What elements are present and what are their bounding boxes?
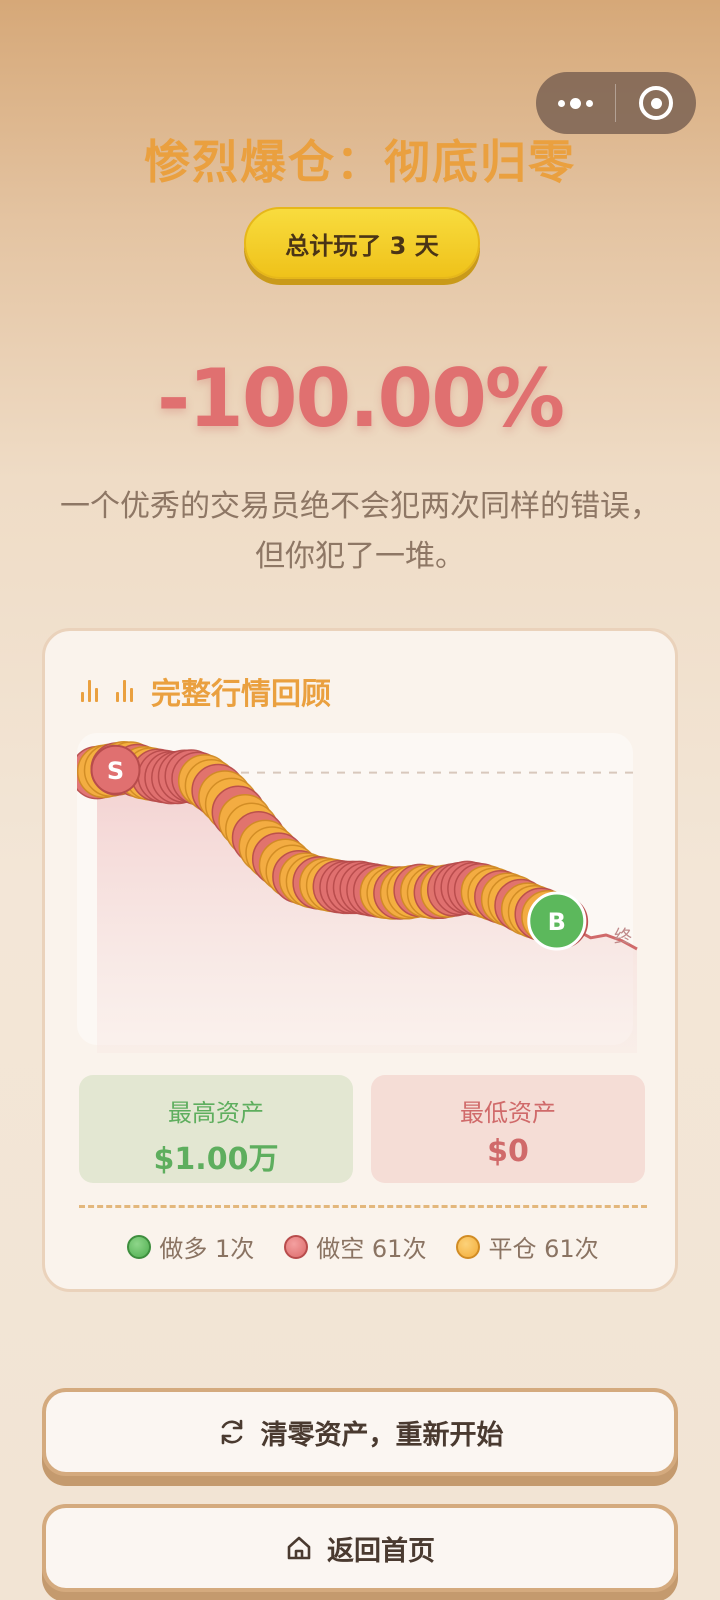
close-dot-icon xyxy=(456,1234,481,1259)
legend-close: 平仓 61次 xyxy=(456,1229,599,1264)
result-title: 惨烈爆仓：彻底归零 xyxy=(144,135,576,189)
buy-marker-label: B xyxy=(548,908,566,936)
card-header: 完整行情回顾 xyxy=(81,671,331,712)
lowest-asset-box: 最低资产 $0 xyxy=(371,1075,645,1183)
home-icon xyxy=(287,1536,311,1560)
trade-legend: 做多 1次 做空 61次 平仓 61次 xyxy=(45,1229,681,1264)
market-review-card: 完整行情回顾 S B 终 最高资产 $1.00万 最低资产 $0 做多 1次 做空 … xyxy=(42,628,678,1292)
lowest-asset-value: $0 xyxy=(487,1134,529,1169)
lowest-asset-label: 最低资产 xyxy=(460,1099,556,1127)
target-close-icon xyxy=(639,86,673,120)
card-title: 完整行情回顾 xyxy=(151,677,331,712)
dashed-divider xyxy=(79,1205,647,1208)
days-played-badge[interactable]: 总计玩了 3 天 xyxy=(244,207,480,279)
result-quote: 一个优秀的交易员绝不会犯两次同样的错误，但你犯了一堆。 xyxy=(60,489,660,574)
start-marker-label: S xyxy=(107,757,124,785)
more-dots-icon xyxy=(558,99,565,107)
price-chart: S B 终 xyxy=(77,733,661,1073)
restart-button[interactable]: 清零资产，重新开始 xyxy=(42,1388,678,1476)
bar-chart-icon xyxy=(81,680,98,702)
legend-long: 做多 1次 xyxy=(127,1229,254,1264)
long-dot-icon xyxy=(127,1234,152,1259)
restart-button-label: 清零资产，重新开始 xyxy=(260,1419,504,1451)
close-mini-program-button[interactable] xyxy=(616,72,696,134)
end-marker-label: 终 xyxy=(614,927,632,948)
highest-asset-label: 最高资产 xyxy=(168,1099,264,1127)
bar-chart-icon xyxy=(116,680,133,702)
mini-program-capsule xyxy=(536,72,696,134)
home-button[interactable]: 返回首页 xyxy=(42,1504,678,1592)
return-percent: -100.00% xyxy=(156,352,565,445)
chart-svg: S B 终 xyxy=(77,733,638,1053)
more-menu-button[interactable] xyxy=(536,72,615,134)
legend-short-label: 做空 61次 xyxy=(316,1235,427,1263)
short-dot-icon xyxy=(284,1234,309,1259)
highest-asset-value: $1.00万 xyxy=(153,1142,279,1177)
legend-short: 做空 61次 xyxy=(284,1229,426,1264)
home-button-label: 返回首页 xyxy=(327,1535,435,1567)
legend-long-label: 做多 1次 xyxy=(159,1235,255,1263)
refresh-icon xyxy=(221,1419,242,1445)
highest-asset-box: 最高资产 $1.00万 xyxy=(79,1075,353,1183)
legend-close-label: 平仓 61次 xyxy=(488,1235,599,1263)
